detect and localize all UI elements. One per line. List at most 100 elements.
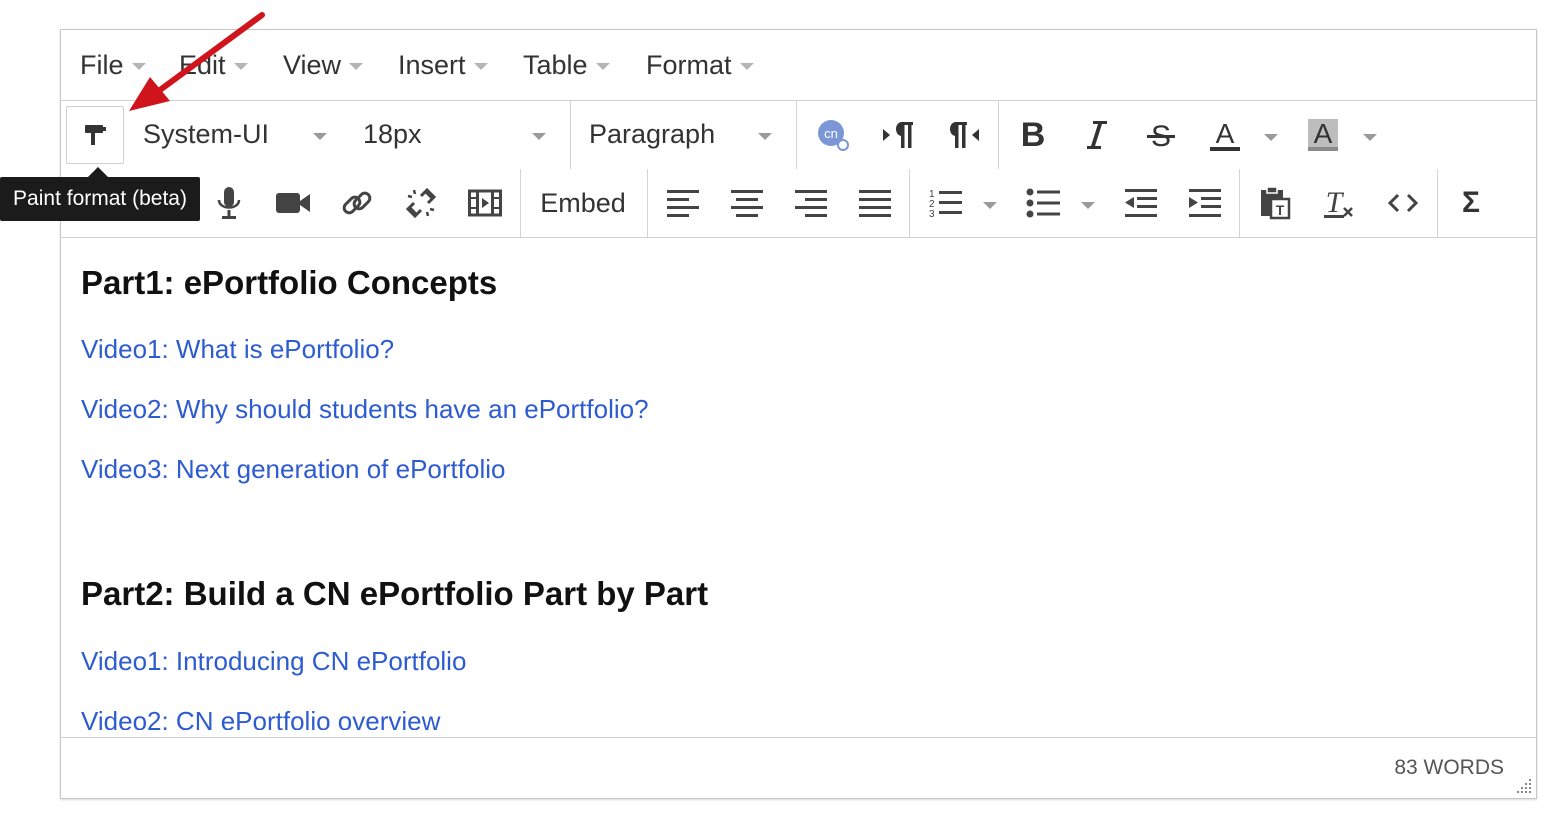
part2-video2-link[interactable]: Video2: CN ePortfolio overview bbox=[81, 706, 440, 730]
text-color-icon: A bbox=[1210, 118, 1240, 151]
align-right-icon bbox=[795, 190, 827, 217]
menu-view[interactable]: View bbox=[283, 50, 364, 81]
rich-text-editor: File Edit View Insert Table Format Syste… bbox=[60, 29, 1537, 799]
toolbar-divider bbox=[1437, 169, 1438, 237]
indent-button[interactable] bbox=[1185, 183, 1225, 223]
chevron-down-icon bbox=[473, 63, 488, 70]
embed-label: Embed bbox=[540, 187, 626, 218]
bullet-list-button[interactable] bbox=[1023, 183, 1063, 223]
align-right-button[interactable] bbox=[791, 183, 831, 223]
italic-button[interactable] bbox=[1077, 115, 1117, 155]
paint-format-icon bbox=[85, 125, 106, 145]
background-color-button[interactable]: A bbox=[1303, 115, 1343, 155]
italic-icon bbox=[1087, 121, 1107, 149]
font-family-value: System-UI bbox=[143, 119, 270, 149]
menu-table[interactable]: Table bbox=[523, 50, 610, 81]
svg-text:A: A bbox=[1216, 118, 1235, 149]
toolbar-row-1: System-UI 18px Paragraph cn B S A A bbox=[61, 101, 1536, 169]
block-format-value: Paragraph bbox=[589, 119, 716, 149]
part2-video1-link[interactable]: Video1: Introducing CN ePortfolio bbox=[81, 646, 466, 677]
bullet-list-dropdown-icon[interactable] bbox=[1081, 202, 1095, 209]
align-left-icon bbox=[667, 190, 699, 217]
chevron-down-icon bbox=[532, 133, 546, 140]
microphone-icon bbox=[217, 187, 241, 219]
text-color-dropdown-icon[interactable] bbox=[1264, 134, 1278, 141]
record-audio-button[interactable] bbox=[209, 183, 249, 223]
menu-edit[interactable]: Edit bbox=[179, 50, 248, 81]
right-to-left-button[interactable] bbox=[943, 117, 983, 153]
menu-bar: File Edit View Insert Table Format bbox=[61, 30, 1536, 101]
menu-edit-label: Edit bbox=[179, 50, 226, 80]
outdent-button[interactable] bbox=[1121, 183, 1161, 223]
embed-button[interactable]: Embed bbox=[533, 183, 633, 223]
remove-link-button[interactable] bbox=[401, 183, 441, 223]
toolbar-divider bbox=[520, 169, 521, 237]
toolbar-divider bbox=[909, 169, 910, 237]
background-color-dropdown-icon[interactable] bbox=[1363, 134, 1377, 141]
part1-video3-link[interactable]: Video3: Next generation of ePortfolio bbox=[81, 454, 505, 485]
font-size-value: 18px bbox=[363, 119, 422, 149]
clear-formatting-icon: T bbox=[1324, 186, 1353, 219]
menu-format-label: Format bbox=[646, 50, 732, 80]
equation-button[interactable]: Σ bbox=[1451, 183, 1491, 223]
align-left-button[interactable] bbox=[663, 183, 703, 223]
status-bar: 83 WORDS bbox=[61, 737, 1536, 798]
chevron-down-icon bbox=[595, 63, 610, 70]
toolbar-row-2: Embed 1 2 3 T T Σ bbox=[61, 169, 1536, 238]
cn-link-icon: cn bbox=[818, 120, 849, 151]
align-justify-icon bbox=[859, 190, 891, 217]
part1-video1-link[interactable]: Video1: What is ePortfolio? bbox=[81, 334, 394, 365]
sigma-icon: Σ bbox=[1461, 186, 1480, 219]
svg-text:A: A bbox=[1314, 118, 1333, 149]
left-to-right-icon bbox=[883, 122, 913, 148]
film-icon bbox=[468, 189, 502, 217]
align-justify-button[interactable] bbox=[855, 183, 895, 223]
menu-insert[interactable]: Insert bbox=[398, 50, 488, 81]
editor-content[interactable]: Part1: ePortfolio Concepts Video1: What … bbox=[81, 252, 1536, 730]
insert-media-button[interactable] bbox=[465, 183, 505, 223]
cn-link-button[interactable]: cn bbox=[813, 117, 853, 153]
word-count[interactable]: 83 WORDS bbox=[1394, 756, 1504, 780]
svg-text:T: T bbox=[1326, 186, 1345, 219]
paint-format-button[interactable] bbox=[66, 106, 124, 164]
chevron-down-icon bbox=[131, 63, 146, 70]
menu-format[interactable]: Format bbox=[646, 50, 754, 81]
menu-file[interactable]: File bbox=[80, 50, 146, 81]
menu-file-label: File bbox=[80, 50, 124, 80]
toolbar-divider bbox=[570, 101, 571, 169]
align-center-button[interactable] bbox=[727, 183, 767, 223]
numbered-list-icon: 1 2 3 bbox=[929, 189, 962, 219]
ordered-list-dropdown-icon[interactable] bbox=[983, 202, 997, 209]
link-icon bbox=[342, 191, 372, 215]
right-to-left-icon bbox=[950, 122, 979, 148]
chevron-down-icon bbox=[349, 63, 364, 70]
html-editor-button[interactable] bbox=[1383, 183, 1423, 223]
tooltip-pointer bbox=[88, 167, 108, 177]
bold-button[interactable]: B bbox=[1013, 115, 1053, 155]
bold-icon: B bbox=[1020, 115, 1046, 154]
part1-video2-link[interactable]: Video2: Why should students have an ePor… bbox=[81, 394, 649, 425]
chevron-down-icon bbox=[758, 133, 772, 140]
strikethrough-button[interactable]: S bbox=[1141, 115, 1181, 155]
svg-text:cn: cn bbox=[824, 126, 838, 141]
outdent-icon bbox=[1125, 189, 1157, 217]
ordered-list-button[interactable]: 1 2 3 bbox=[925, 183, 965, 223]
left-to-right-button[interactable] bbox=[879, 117, 919, 153]
bullet-list-icon bbox=[1026, 188, 1060, 218]
chevron-down-icon bbox=[233, 63, 248, 70]
clear-formatting-button[interactable]: T bbox=[1319, 183, 1359, 223]
svg-text:3: 3 bbox=[929, 209, 935, 219]
text-color-button[interactable]: A bbox=[1205, 115, 1245, 155]
background-color-icon: A bbox=[1308, 118, 1338, 151]
paste-text-icon: T bbox=[1261, 186, 1291, 220]
unlink-icon bbox=[405, 187, 437, 219]
chevron-down-icon bbox=[313, 133, 327, 140]
resize-handle-icon[interactable] bbox=[1516, 778, 1532, 794]
part2-heading: Part2: Build a CN ePortfolio Part by Par… bbox=[81, 575, 709, 612]
record-video-button[interactable] bbox=[273, 183, 313, 223]
paste-text-button[interactable]: T bbox=[1255, 183, 1295, 223]
svg-text:T: T bbox=[1276, 202, 1285, 218]
insert-link-button[interactable] bbox=[337, 183, 377, 223]
menu-view-label: View bbox=[283, 50, 342, 80]
indent-icon bbox=[1189, 189, 1221, 217]
